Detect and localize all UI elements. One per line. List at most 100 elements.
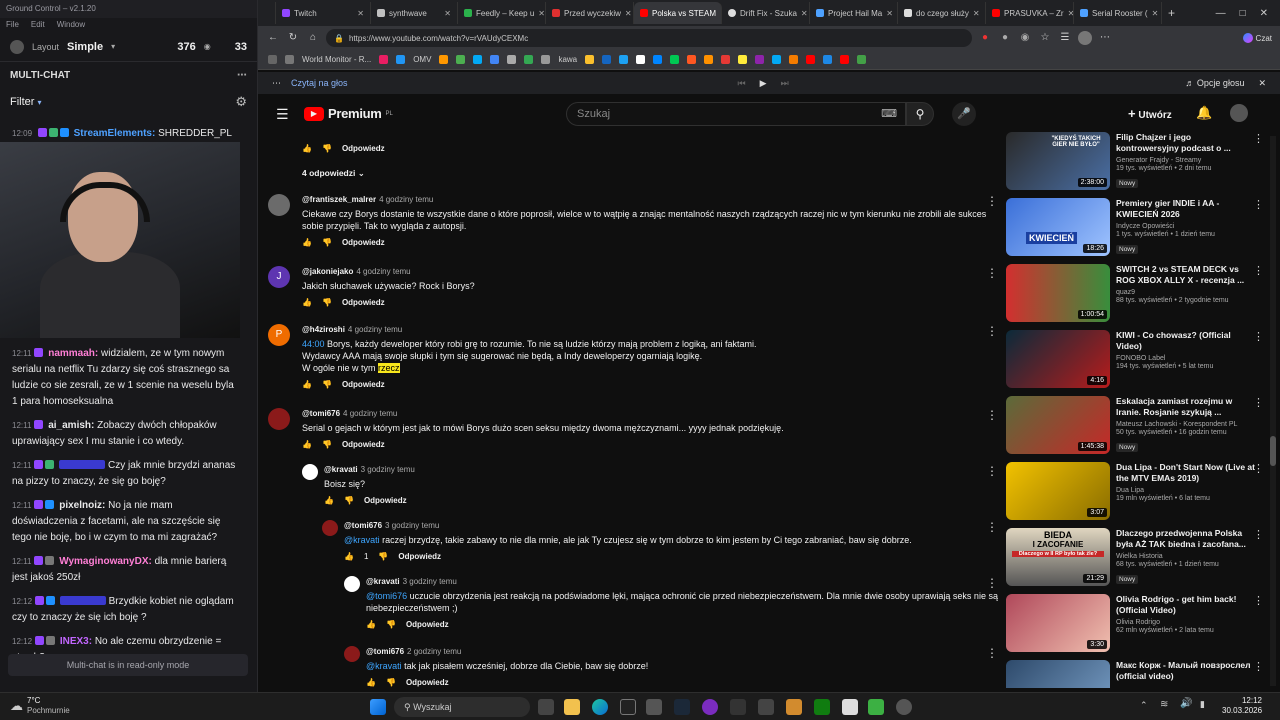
app-icon[interactable] [646,699,662,715]
reply-time[interactable]: 3 godziny temu [403,577,457,586]
gear-icon[interactable]: ⚙ [235,94,247,110]
close-icon[interactable]: ✕ [1152,9,1159,18]
chat-user[interactable] [59,460,106,469]
dislike-icon[interactable]: 👎 [386,678,396,687]
bookmark-omv[interactable]: OMV [413,55,431,64]
like-icon[interactable]: 👍 [302,380,312,389]
chat-user[interactable]: ai_amish: [48,420,94,431]
network-icon[interactable]: ≋ [1160,699,1168,710]
video-menu-icon[interactable]: ⋮ [1253,264,1264,277]
like-icon[interactable]: 👍 [366,620,376,629]
video-thumbnail[interactable]: 1:45:38 [1006,396,1110,454]
read-aloud-label[interactable]: Czytaj na głos [291,78,348,88]
video-card[interactable]: 1:00:54 SWITCH 2 vs STEAM DECK vs ROG XB… [1006,264,1270,328]
back-icon[interactable]: ← [266,31,280,45]
search-button[interactable]: ⚲ [906,102,934,126]
edge-icon[interactable] [592,699,608,715]
comment-menu-icon[interactable]: ⋮ [986,464,998,478]
scrollbar-thumb[interactable] [1270,436,1276,466]
avatar[interactable] [1230,104,1248,122]
battery-icon[interactable]: ▮ [1200,699,1205,710]
comment-time[interactable]: 4 godziny temu [379,195,433,204]
app-icon[interactable] [620,699,636,715]
maximize-icon[interactable]: □ [1240,8,1246,19]
bookmark-icon[interactable] [585,55,595,64]
comment-author[interactable]: @frantiszek_malrer [302,195,376,204]
volume-icon[interactable]: 🔊 [1180,698,1192,709]
comment-author[interactable]: @tomi676 [302,409,340,418]
previous-icon[interactable]: ⏮ [738,78,746,89]
bookmark-icon[interactable] [840,55,850,64]
bookmark-icon[interactable] [456,55,466,64]
comment-menu-icon[interactable]: ⋮ [986,324,998,338]
comment-menu-icon[interactable]: ⋮ [986,520,998,534]
video-card[interactable]: 3:07 Dua Lipa - Don't Start Now (Live at… [1006,462,1270,526]
reply-button[interactable]: Odpowiedz [342,144,385,153]
reply-time[interactable]: 2 godziny temu [407,647,461,656]
mention-link[interactable]: @tomi676 [366,591,407,601]
video-menu-icon[interactable]: ⋮ [1253,132,1264,145]
app-icon[interactable] [842,699,858,715]
mention-link[interactable]: @kravati [366,661,402,671]
menu-edit[interactable]: Edit [31,20,45,30]
browser-tab[interactable]: Serial Rooster (✕ [1074,2,1162,24]
close-icon[interactable]: ✕ [357,9,364,18]
close-icon[interactable]: ✕ [538,9,545,18]
avatar[interactable] [268,194,290,216]
video-thumbnail[interactable]: BIEDA I ZACOFANIE Dlaczego w II RP było … [1006,528,1110,586]
video-title[interactable]: Premiery gier INDIE i AA - KWIECIEŃ 2026 [1116,198,1256,220]
create-button[interactable]: + Utwórz [1128,106,1172,121]
video-title[interactable]: Olivia Rodrigo - get him back! (Official… [1116,594,1256,616]
video-title[interactable]: Eskalacja zamiast rozejmu w Iranie. Rosj… [1116,396,1256,418]
browser-tab[interactable]: Przed wyczekiw ✕ [546,2,634,24]
like-icon[interactable]: 👍 [324,496,334,505]
video-card[interactable]: 4:16 KIWI - Co chowasz? (Official Video)… [1006,330,1270,394]
taskbar-search[interactable]: ⚲ Wyszukaj [394,697,530,717]
maps-icon[interactable] [730,699,746,715]
video-title[interactable]: KIWI - Co chowasz? (Official Video) [1116,330,1256,352]
video-card[interactable]: BIEDA I ZACOFANIE Dlaczego w II RP było … [1006,528,1270,592]
avatar[interactable]: J [268,266,290,288]
video-card[interactable]: 1:45:38 Eskalacja zamiast rozejmu w Iran… [1006,396,1270,460]
extension-icon[interactable]: ◉ [1018,31,1032,45]
like-icon[interactable]: 👍 [302,298,312,307]
weather-widget[interactable]: ☁ 7°C Pochmurnie [10,696,70,716]
explorer-icon[interactable] [564,699,580,715]
close-icon[interactable]: ✕ [801,9,808,18]
reply-button[interactable]: Odpowiedz [342,440,385,449]
reply-button[interactable]: Odpowiedz [406,678,449,687]
bell-icon[interactable]: 🔔 [1196,105,1212,121]
timestamp-link[interactable]: 44:00 [302,339,325,349]
video-channel[interactable]: Olivia Rodrigo [1116,619,1256,626]
microphone-icon[interactable]: 🎤 [952,102,976,126]
bookmark-icon[interactable] [507,55,517,64]
bookmark-icon[interactable] [490,55,500,64]
bookmark-icon[interactable] [541,55,551,64]
app-icon[interactable] [702,699,718,715]
app-icon[interactable] [786,699,802,715]
avatar[interactable] [322,520,338,536]
task-view-icon[interactable] [538,699,554,715]
more-icon[interactable]: ⋯ [272,78,281,89]
reply-time[interactable]: 3 godziny temu [361,465,415,474]
menu-window[interactable]: Window [57,20,85,30]
avatar[interactable]: P [268,324,290,346]
search-input[interactable]: Szukaj ⌨ [566,102,906,126]
video-card[interactable]: "KIEDYŚ TAKICH GIER NIE BYŁO" 2:38:00 Fil… [1006,132,1270,196]
browser-tab[interactable]: Project Hail Ma ✕ [810,2,898,24]
like-icon[interactable]: 👍 [302,144,312,153]
favorites-icon[interactable]: ☆ [1038,31,1052,45]
x-icon[interactable] [636,55,646,64]
video-card[interactable]: KWIECIEŃ 18:26 Premiery gier INDIE i AA -… [1006,198,1270,262]
like-icon[interactable]: 👍 [344,552,354,561]
video-thumbnail[interactable]: "KIEDYŚ TAKICH GIER NIE BYŁO" 2:38:00 [1006,132,1110,190]
copilot-button[interactable]: Czat [1242,33,1272,43]
menu-icon[interactable]: ☰ [276,106,289,123]
minimize-icon[interactable]: — [1216,8,1226,19]
video-channel[interactable]: Indycze Opowieści [1116,223,1256,230]
dislike-icon[interactable]: 👎 [386,620,396,629]
bookmark-icon[interactable] [806,55,816,64]
bookmark-icon[interactable] [602,55,612,64]
video-title[interactable]: Dlaczego przedwojenna Polska była AŻ TAK… [1116,528,1256,550]
avatar[interactable] [302,464,318,480]
